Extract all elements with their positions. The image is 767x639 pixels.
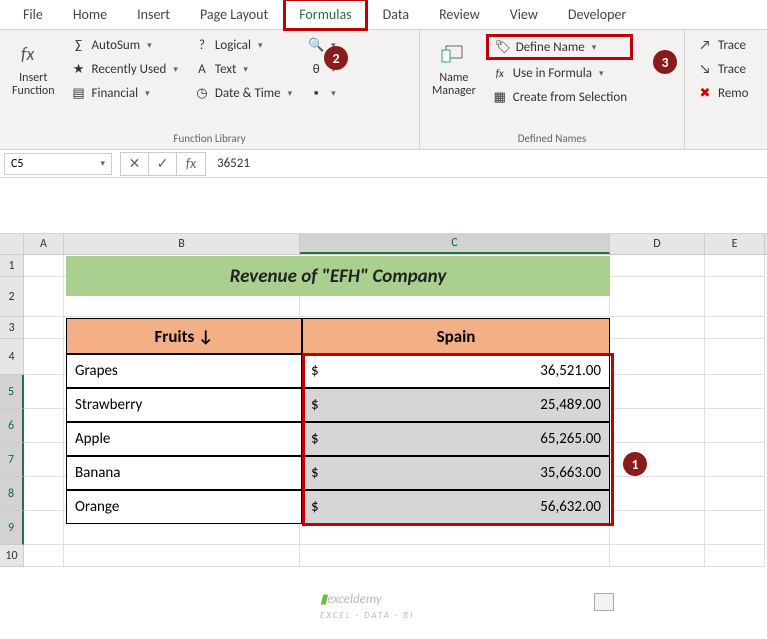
trace-dependents-button[interactable]: ↘Trace bbox=[691, 58, 755, 80]
tab-file[interactable]: File bbox=[8, 0, 58, 30]
search-icon: 🔍 bbox=[308, 37, 324, 53]
group-label-defined-names: Defined Names bbox=[426, 130, 678, 147]
dots-icon: ▪ bbox=[308, 85, 324, 101]
data-table: Fruits ↓Spain Grapes$36,521.00 Strawberr… bbox=[66, 318, 610, 524]
chevron-down-icon: ▾ bbox=[288, 88, 293, 99]
tab-data[interactable]: Data bbox=[368, 0, 424, 30]
cancel-button[interactable]: ✕ bbox=[121, 153, 149, 175]
name-box[interactable]: C5▾ bbox=[4, 153, 112, 175]
name-manager-button[interactable]: Name Manager bbox=[426, 34, 482, 130]
question-icon: ? bbox=[194, 37, 210, 53]
watermark: ▮exceldemy EXCEL · DATA · BI bbox=[320, 592, 414, 622]
chevron-down-icon: ▾ bbox=[599, 68, 604, 79]
fx-small-icon: fx bbox=[492, 65, 508, 81]
text-button[interactable]: AText▾ bbox=[188, 58, 298, 80]
label-icon: 🏷 bbox=[495, 39, 511, 55]
worksheet-grid[interactable]: A B C D E 1 2 3 4 5 6 7 8 9 10 Revenue o… bbox=[0, 234, 767, 567]
arrow-icon: ↘ bbox=[697, 61, 713, 77]
table-row: Apple$65,265.00 bbox=[66, 422, 610, 456]
row-header[interactable]: 4 bbox=[0, 339, 24, 375]
col-header-c[interactable]: C bbox=[300, 234, 610, 254]
logical-button[interactable]: ?Logical▾ bbox=[188, 34, 298, 56]
tab-review[interactable]: Review bbox=[424, 0, 495, 30]
header-fruits: Fruits ↓ bbox=[66, 318, 302, 354]
sigma-icon: ∑ bbox=[71, 37, 87, 53]
star-icon: ★ bbox=[71, 61, 87, 77]
tab-developer[interactable]: Developer bbox=[553, 0, 641, 30]
ribbon: fx Insert Function ∑AutoSum▾ ★Recently U… bbox=[0, 30, 767, 150]
svg-text:fx: fx bbox=[21, 43, 34, 65]
tab-home[interactable]: Home bbox=[58, 0, 122, 30]
money-icon: ▤ bbox=[71, 85, 87, 101]
ribbon-tabs: File Home Insert Page Layout Formulas Da… bbox=[0, 0, 767, 30]
row-header[interactable]: 1 bbox=[0, 255, 24, 277]
table-row: Strawberry$25,489.00 bbox=[66, 388, 610, 422]
tab-page-layout[interactable]: Page Layout bbox=[185, 0, 283, 30]
recently-used-button[interactable]: ★Recently Used▾ bbox=[65, 58, 184, 80]
insert-function-button[interactable]: fx Insert Function bbox=[6, 34, 61, 130]
row-header[interactable]: 6 bbox=[0, 409, 24, 443]
chevron-down-icon: ▾ bbox=[173, 64, 178, 75]
row-header[interactable]: 3 bbox=[0, 317, 24, 339]
chevron-down-icon: ▾ bbox=[145, 88, 150, 99]
grid-icon: ▦ bbox=[492, 89, 508, 105]
financial-button[interactable]: ▤Financial▾ bbox=[65, 82, 184, 104]
chevron-down-icon: ▾ bbox=[331, 88, 336, 99]
chevron-down-icon: ▾ bbox=[100, 158, 105, 169]
fx-icon: fx bbox=[17, 38, 49, 70]
col-header-e[interactable]: E bbox=[705, 234, 765, 254]
arrow-icon: ↗ bbox=[697, 37, 713, 53]
annotation-badge-3: 3 bbox=[653, 50, 677, 74]
define-name-button[interactable]: 🏷Define Name▾ bbox=[486, 34, 633, 60]
row-header[interactable]: 5 bbox=[0, 375, 24, 409]
table-row: Orange$56,632.00 bbox=[66, 490, 610, 524]
more-button[interactable]: ▪▾ bbox=[302, 82, 342, 104]
paste-options-icon[interactable] bbox=[594, 593, 614, 611]
theta-icon: θ bbox=[308, 61, 324, 77]
table-row: Grapes$36,521.00 bbox=[66, 354, 610, 388]
annotation-badge-1: 1 bbox=[623, 452, 647, 476]
group-label-function-library: Function Library bbox=[6, 130, 413, 147]
datetime-button[interactable]: ◷Date & Time▾ bbox=[188, 82, 298, 104]
fx-button[interactable]: fx bbox=[177, 153, 205, 175]
col-header-b[interactable]: B bbox=[64, 234, 300, 254]
title-merged-cell: Revenue of "EFH" Company bbox=[66, 256, 610, 296]
tag-icon bbox=[438, 38, 470, 70]
chevron-down-icon: ▾ bbox=[243, 64, 248, 75]
formula-input[interactable]: 36521 bbox=[214, 153, 763, 174]
use-in-formula-button[interactable]: fxUse in Formula▾ bbox=[486, 62, 633, 84]
x-icon: ✖ bbox=[697, 85, 713, 101]
header-spain: Spain bbox=[302, 318, 610, 354]
table-row: Banana$35,663.00 bbox=[66, 456, 610, 490]
row-header[interactable]: 9 bbox=[0, 511, 24, 545]
create-from-selection-button[interactable]: ▦Create from Selection bbox=[486, 86, 633, 108]
tab-insert[interactable]: Insert bbox=[122, 0, 185, 30]
row-header[interactable]: 8 bbox=[0, 477, 24, 511]
chevron-down-icon: ▾ bbox=[592, 42, 597, 53]
col-header-d[interactable]: D bbox=[610, 234, 705, 254]
select-all-corner[interactable] bbox=[0, 234, 24, 254]
tab-formulas[interactable]: Formulas bbox=[283, 0, 367, 31]
remove-arrows-button[interactable]: ✖Remo bbox=[691, 82, 755, 104]
enter-button[interactable]: ✓ bbox=[149, 153, 177, 175]
chevron-down-icon: ▾ bbox=[258, 40, 263, 51]
autosum-button[interactable]: ∑AutoSum▾ bbox=[65, 34, 184, 56]
chevron-down-icon: ▾ bbox=[147, 40, 152, 51]
clock-icon: ◷ bbox=[194, 85, 210, 101]
row-header[interactable]: 2 bbox=[0, 277, 24, 317]
tab-view[interactable]: View bbox=[495, 0, 553, 30]
formula-bar: C5▾ ✕ ✓ fx 36521 bbox=[0, 150, 767, 178]
row-header[interactable]: 7 bbox=[0, 443, 24, 477]
trace-precedents-button[interactable]: ↗Trace bbox=[691, 34, 755, 56]
text-icon: A bbox=[194, 61, 210, 77]
col-header-a[interactable]: A bbox=[24, 234, 64, 254]
annotation-badge-2: 2 bbox=[324, 46, 348, 70]
row-header[interactable]: 10 bbox=[0, 545, 24, 567]
